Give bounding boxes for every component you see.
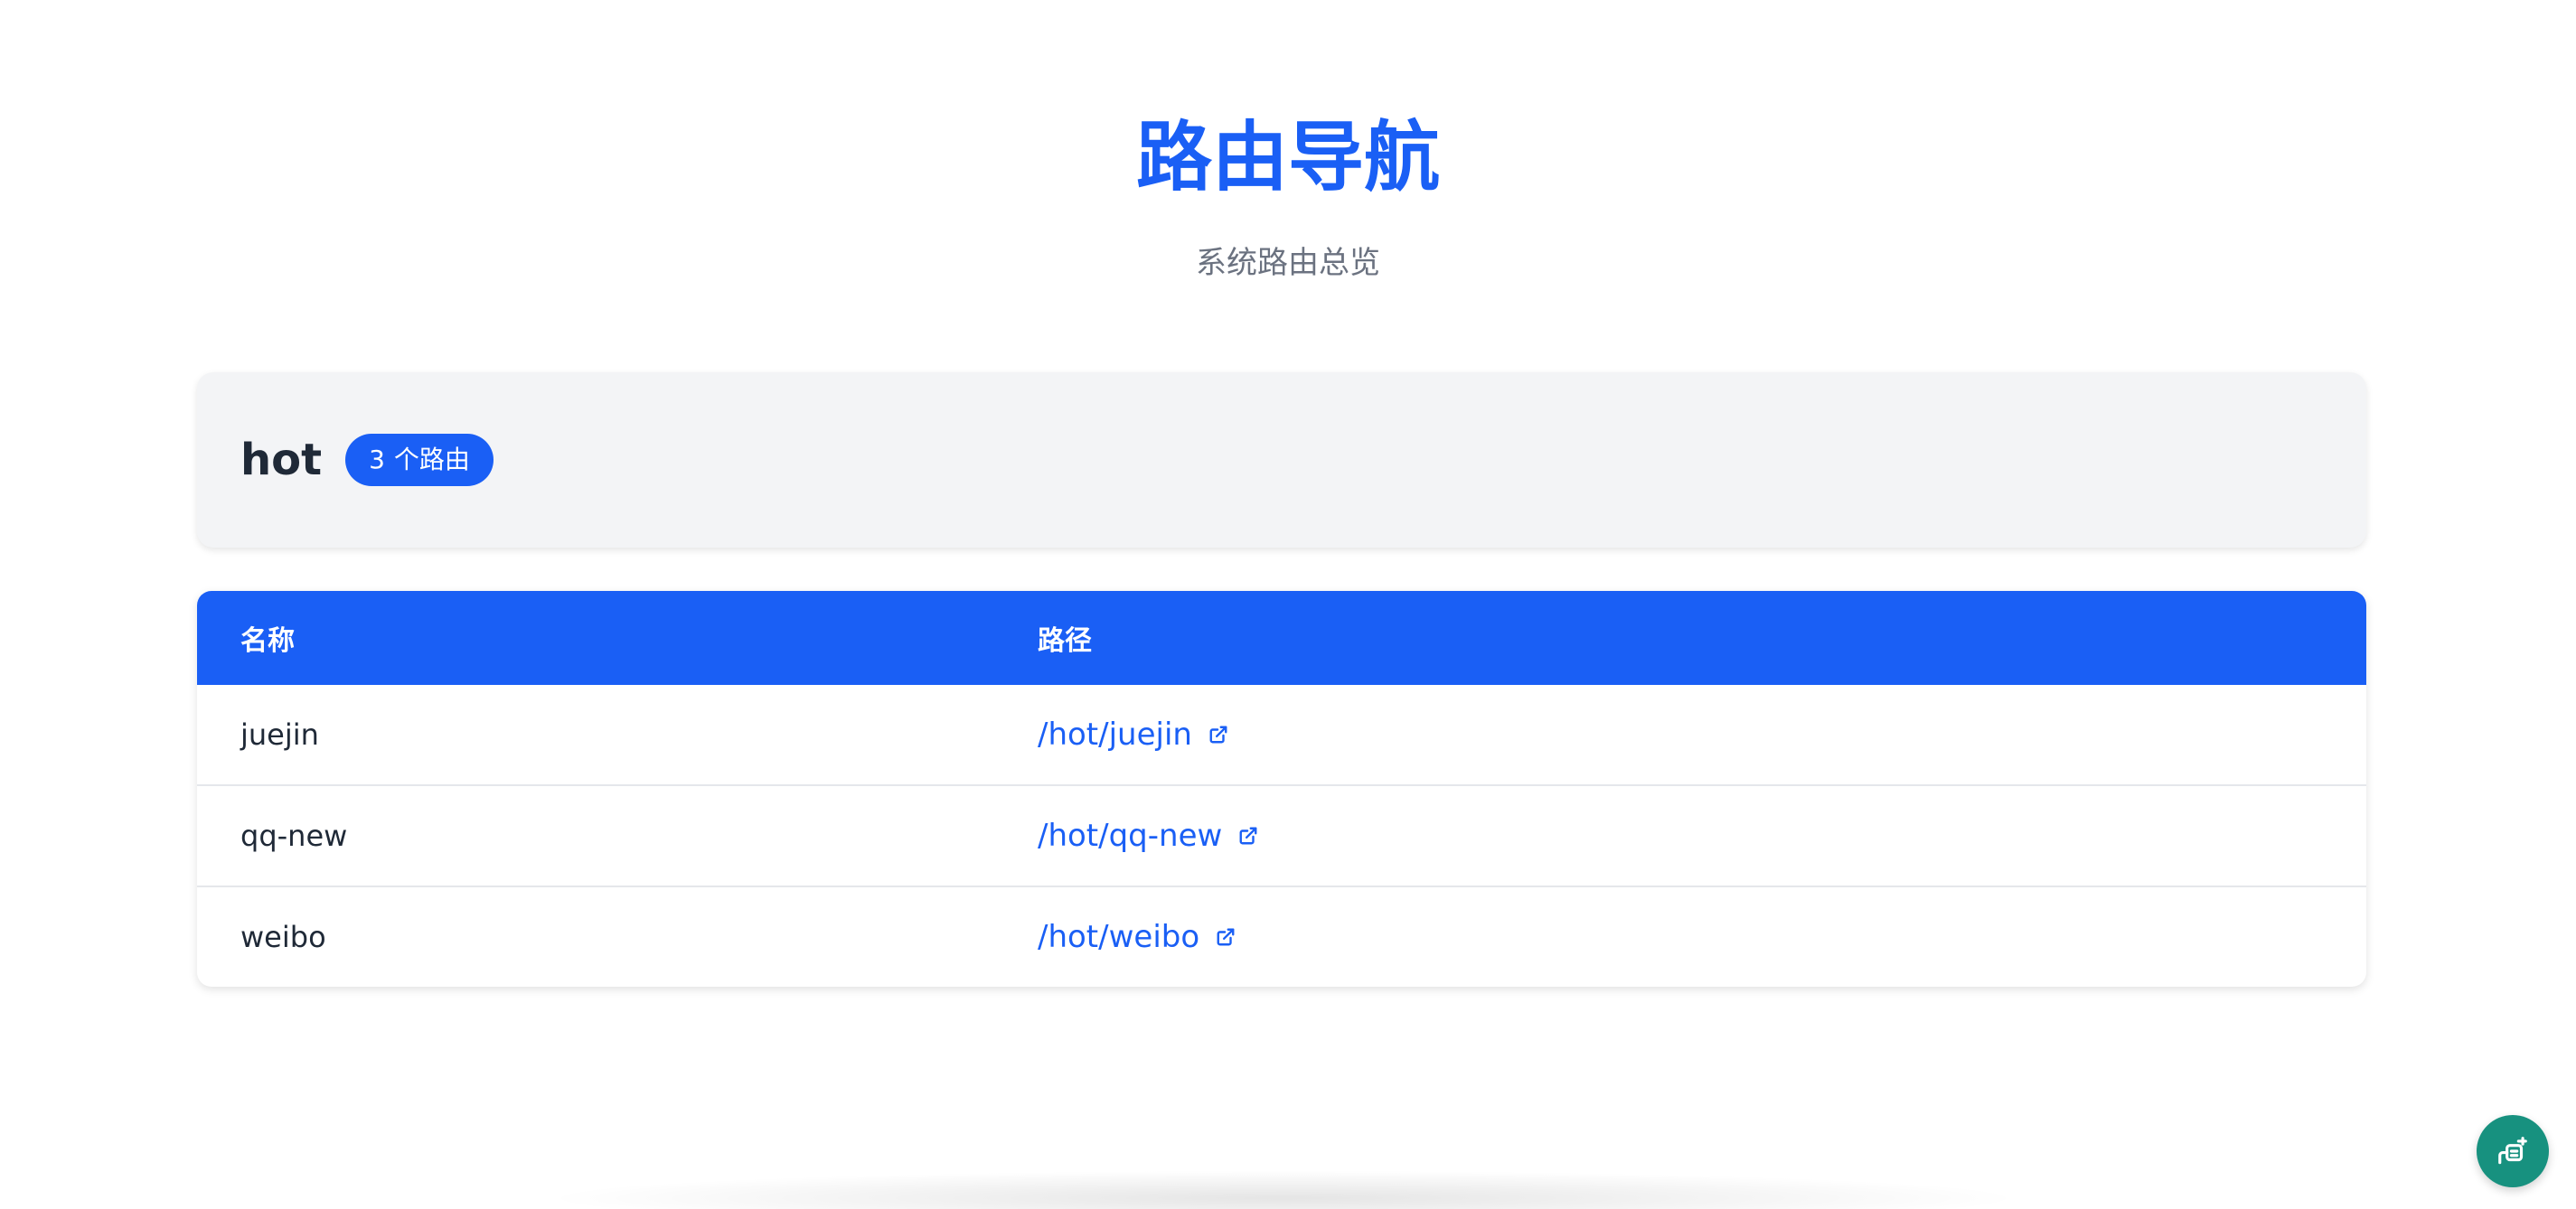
external-link-icon: [1238, 826, 1258, 846]
route-name: weibo: [240, 920, 326, 954]
route-path-link[interactable]: /hot/weibo: [1038, 919, 1236, 955]
route-name: qq-new: [240, 819, 348, 853]
table-row: qq-new /hot/qq-new: [197, 784, 2366, 886]
external-link-icon: [1216, 927, 1236, 947]
route-count: 3: [369, 445, 385, 474]
route-path-text: /hot/qq-new: [1038, 818, 1223, 854]
table-header: 名称 路径: [197, 591, 2366, 685]
table-body: juejin /hot/juejin qq-new /hot/qq-new we…: [197, 685, 2366, 987]
page-title: 路由导航: [1135, 113, 1440, 202]
column-header-name: 名称: [240, 625, 295, 657]
route-name: juejin: [240, 717, 319, 752]
route-navigation-page: 路由导航 系统路由总览 hot 3 个路由 名称 路径 juejin /hot/…: [0, 0, 2576, 1209]
route-path-link[interactable]: /hot/qq-new: [1038, 818, 1258, 854]
routes-table: 名称 路径 juejin /hot/juejin qq-new /hot/qq-…: [197, 591, 2366, 987]
route-group-card: hot 3 个路由: [197, 372, 2366, 548]
table-row: weibo /hot/weibo: [197, 886, 2366, 987]
bottom-shadow-decoration: [560, 1171, 2007, 1209]
route-path-text: /hot/juejin: [1038, 717, 1192, 753]
route-path-cell: /hot/qq-new: [1038, 818, 2366, 854]
route-path-text: /hot/weibo: [1038, 919, 1200, 955]
floating-action-button[interactable]: [2477, 1115, 2549, 1187]
page-subtitle: 系统路由总览: [1196, 245, 1380, 281]
column-header-path: 路径: [1038, 625, 1092, 657]
group-name: hot: [240, 435, 323, 485]
route-path-link[interactable]: /hot/juejin: [1038, 717, 1228, 753]
route-path-cell: /hot/weibo: [1038, 919, 2366, 955]
table-row: juejin /hot/juejin: [197, 685, 2366, 784]
route-path-cell: /hot/juejin: [1038, 717, 2366, 753]
route-count-badge: 3 个路由: [345, 434, 494, 486]
route-count-label: 个路由: [393, 445, 470, 474]
external-link-icon: [1208, 725, 1228, 745]
plug-icon: [2496, 1134, 2530, 1168]
